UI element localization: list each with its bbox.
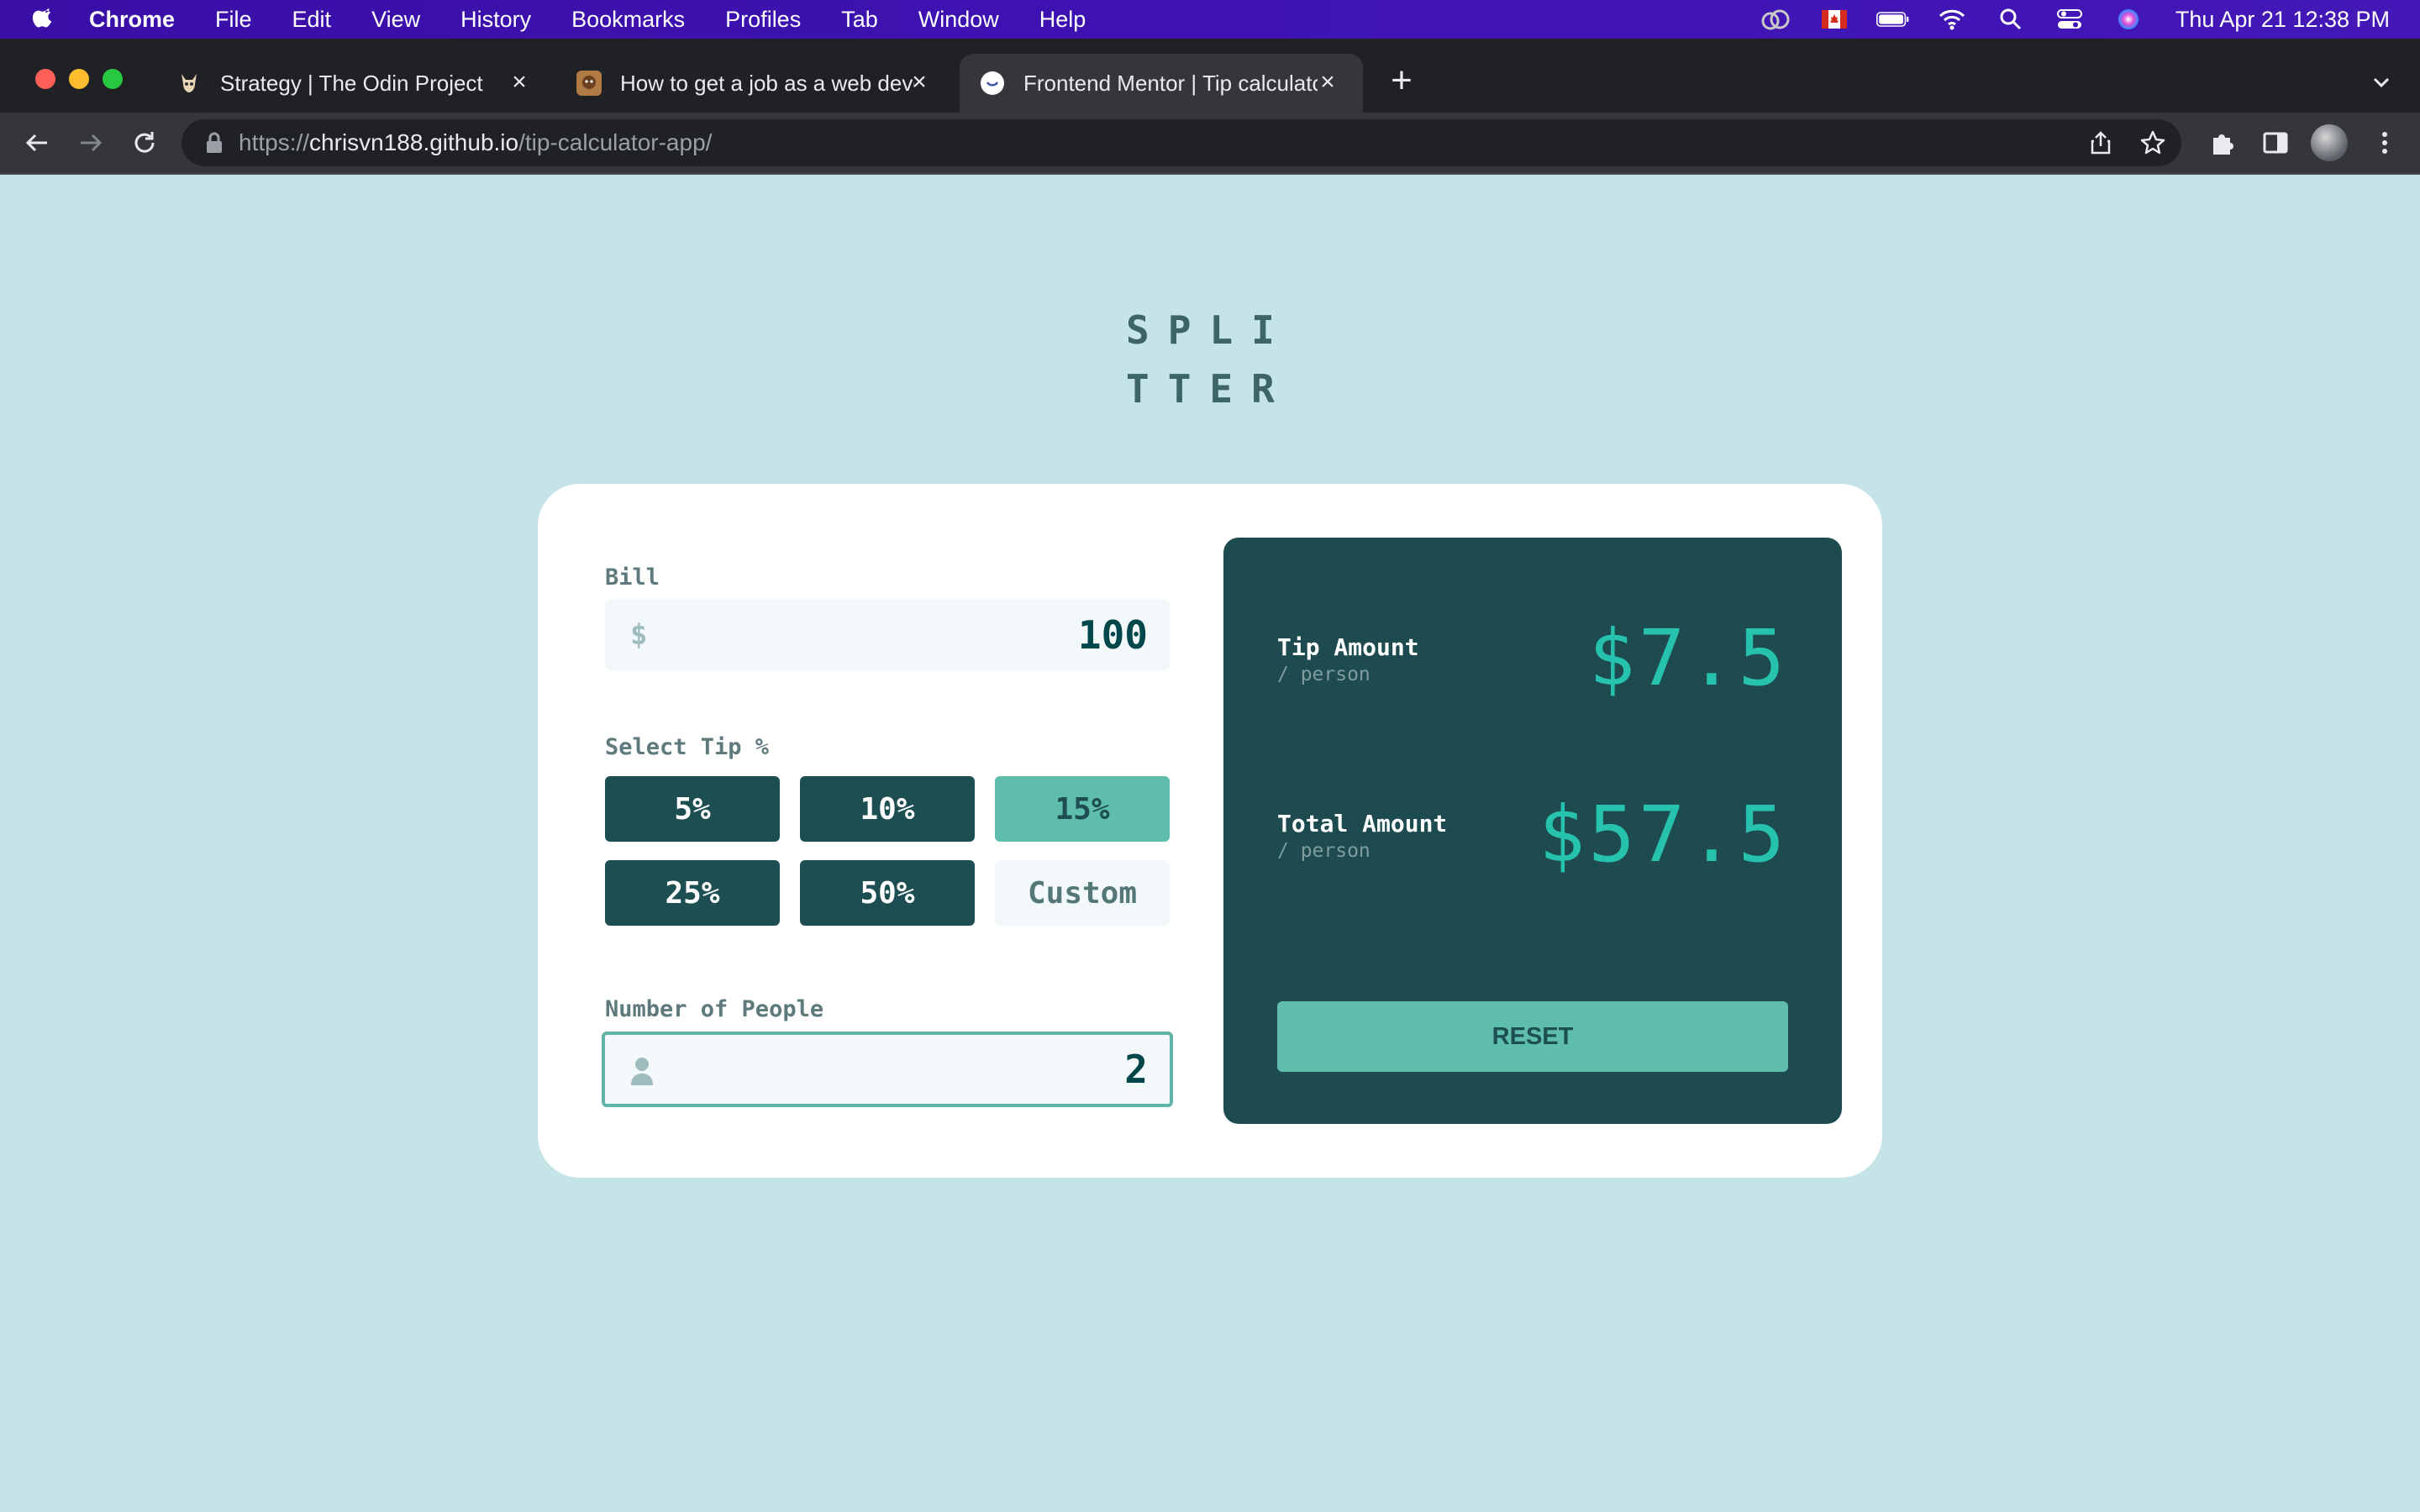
logo-line-1: SPLI [1126, 307, 1293, 353]
menubar-clock[interactable]: Thu Apr 21 12:38 PM [2175, 7, 2390, 33]
tab-close-icon[interactable]: × [1314, 69, 1341, 96]
select-tip-label: Select Tip % [605, 734, 770, 760]
url-path: /tip-calculator-app/ [518, 129, 713, 155]
person-icon [631, 1058, 653, 1085]
siri-icon[interactable] [2112, 7, 2145, 32]
menu-view[interactable]: View [371, 7, 420, 33]
profile-avatar[interactable] [2311, 124, 2348, 161]
result-panel: Tip Amount / person $7.5 Total Amount / … [1223, 538, 1842, 1124]
bill-label: Bill [605, 564, 660, 591]
menu-edit[interactable]: Edit [292, 7, 332, 33]
macos-menubar: Chrome File Edit View History Bookmarks … [0, 0, 2420, 39]
tab-odin-project[interactable]: Strategy | The Odin Project × [176, 54, 555, 113]
reset-button[interactable]: RESET [1277, 1001, 1788, 1072]
url-host: chrisvn188.github.io [309, 129, 519, 155]
tab-title: Strategy | The Odin Project [220, 70, 483, 96]
creative-cloud-icon[interactable] [1759, 7, 1792, 32]
people-label: Number of People [605, 996, 824, 1022]
side-panel-icon[interactable] [2260, 128, 2291, 158]
menu-bookmarks[interactable]: Bookmarks [571, 7, 685, 33]
tab-title: Frontend Mentor | Tip calculato [1023, 70, 1318, 96]
total-amount-per-person: / person [1277, 840, 1370, 862]
wifi-icon[interactable] [1935, 7, 1969, 32]
tip-10-button[interactable]: 10% [800, 776, 975, 842]
reload-icon[interactable] [129, 128, 160, 158]
tab-web-dev-job[interactable]: How to get a job as a web deve × [576, 54, 955, 113]
dollar-icon: $ [630, 618, 648, 652]
tip-50-button[interactable]: 50% [800, 860, 975, 926]
tip-amount-label: Tip Amount [1277, 633, 1419, 661]
total-amount-value: $57.5 [1539, 790, 1788, 879]
tab-frontend-mentor[interactable]: Frontend Mentor | Tip calculato × [960, 54, 1363, 113]
tab-close-icon[interactable]: × [906, 69, 933, 96]
more-menu-icon[interactable] [2370, 128, 2400, 158]
browser-toolbar: https://chrisvn188.github.io/tip-calcula… [0, 113, 2420, 175]
people-value: 2 [1124, 1047, 1148, 1092]
window-minimize-button[interactable] [69, 69, 89, 89]
splitter-logo: SPLI TTER [1126, 301, 1294, 418]
tab-search-chevron-icon[interactable] [2366, 67, 2396, 97]
tip-amount-per-person: / person [1277, 664, 1370, 685]
forward-icon[interactable] [76, 128, 106, 158]
bill-input[interactable]: $ 100 [605, 600, 1170, 670]
menu-window[interactable]: Window [918, 7, 999, 33]
url-scheme: https:// [239, 129, 310, 155]
total-amount-label: Total Amount [1277, 810, 1448, 837]
canada-flag-icon[interactable] [1818, 7, 1851, 32]
apple-menu-icon[interactable] [30, 5, 59, 34]
tip-25-button[interactable]: 25% [605, 860, 780, 926]
odin-project-favicon [182, 74, 197, 92]
new-tab-button[interactable]: + [1385, 62, 1418, 99]
menu-file[interactable]: File [215, 7, 252, 33]
window-close-button[interactable] [35, 69, 55, 89]
bookmark-star-icon[interactable] [2139, 129, 2166, 156]
window-zoom-button[interactable] [103, 69, 123, 89]
bill-value: 100 [1077, 612, 1148, 658]
share-icon[interactable] [2087, 129, 2114, 156]
lock-icon[interactable] [203, 131, 225, 155]
article-favicon [576, 71, 602, 96]
menu-profiles[interactable]: Profiles [725, 7, 801, 33]
back-icon[interactable] [22, 128, 52, 158]
battery-icon[interactable] [1876, 7, 1910, 32]
tab-title: How to get a job as a web deve [620, 70, 914, 96]
frontend-mentor-favicon [981, 71, 1004, 95]
url-text[interactable]: https://chrisvn188.github.io/tip-calcula… [239, 119, 712, 166]
custom-tip-input[interactable]: Custom [995, 860, 1170, 926]
menu-app-name[interactable]: Chrome [89, 7, 175, 33]
tip-5-button[interactable]: 5% [605, 776, 780, 842]
tip-amount-value: $7.5 [1588, 613, 1788, 703]
browser-tab-strip: Strategy | The Odin Project × How to get… [0, 39, 2420, 113]
address-bar[interactable]: https://chrisvn188.github.io/tip-calcula… [182, 119, 2181, 166]
menu-tab[interactable]: Tab [841, 7, 878, 33]
people-input[interactable]: 2 [602, 1032, 1173, 1107]
extensions-puzzle-icon[interactable] [2207, 128, 2237, 158]
menu-help[interactable]: Help [1039, 7, 1086, 33]
tab-close-icon[interactable]: × [506, 69, 533, 96]
control-center-icon[interactable] [2053, 7, 2086, 32]
logo-line-2: TTER [1126, 366, 1293, 412]
web-page: SPLI TTER Bill $ 100 Select Tip % 5% 10%… [0, 175, 2420, 1512]
tip-15-button[interactable]: 15% [995, 776, 1170, 842]
menu-history[interactable]: History [460, 7, 531, 33]
spotlight-search-icon[interactable] [1994, 7, 2028, 32]
